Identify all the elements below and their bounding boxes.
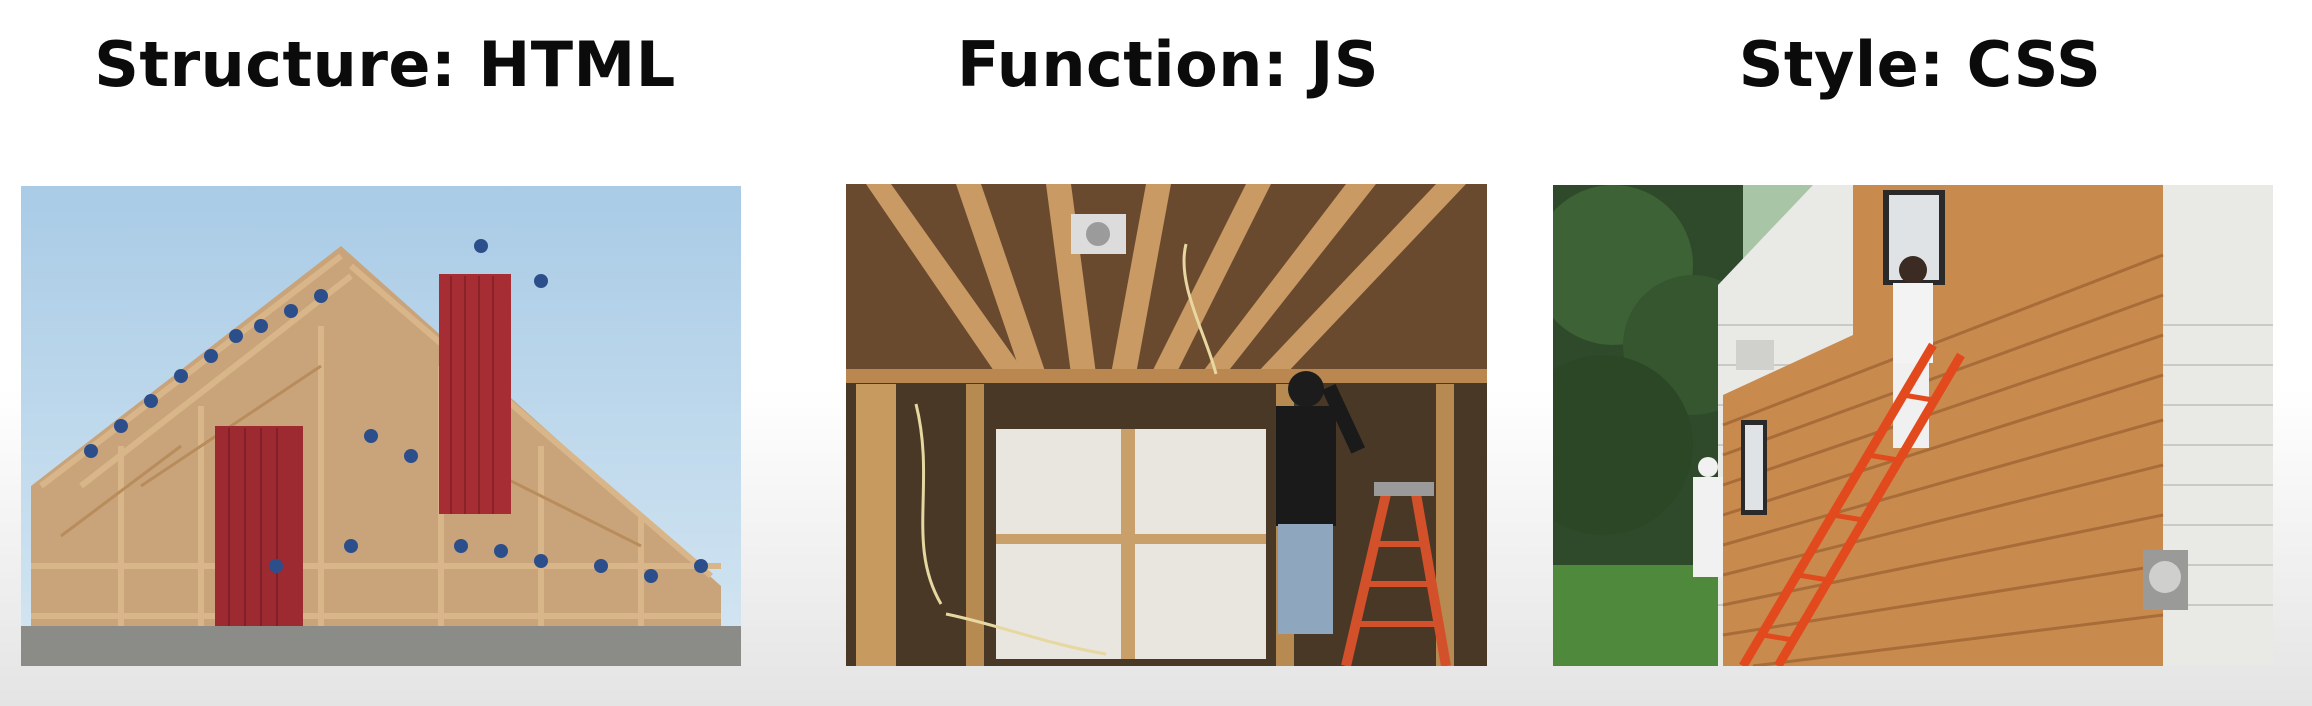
heading-style-css: Style: CSS bbox=[1738, 28, 2102, 101]
heading-function-js: Function: JS bbox=[956, 28, 1380, 101]
electrical-wiring-photo bbox=[846, 184, 1487, 666]
heading-structure-html: Structure: HTML bbox=[94, 28, 676, 101]
barn-raising-photo bbox=[21, 186, 741, 666]
house-painting-photo bbox=[1553, 185, 2273, 666]
